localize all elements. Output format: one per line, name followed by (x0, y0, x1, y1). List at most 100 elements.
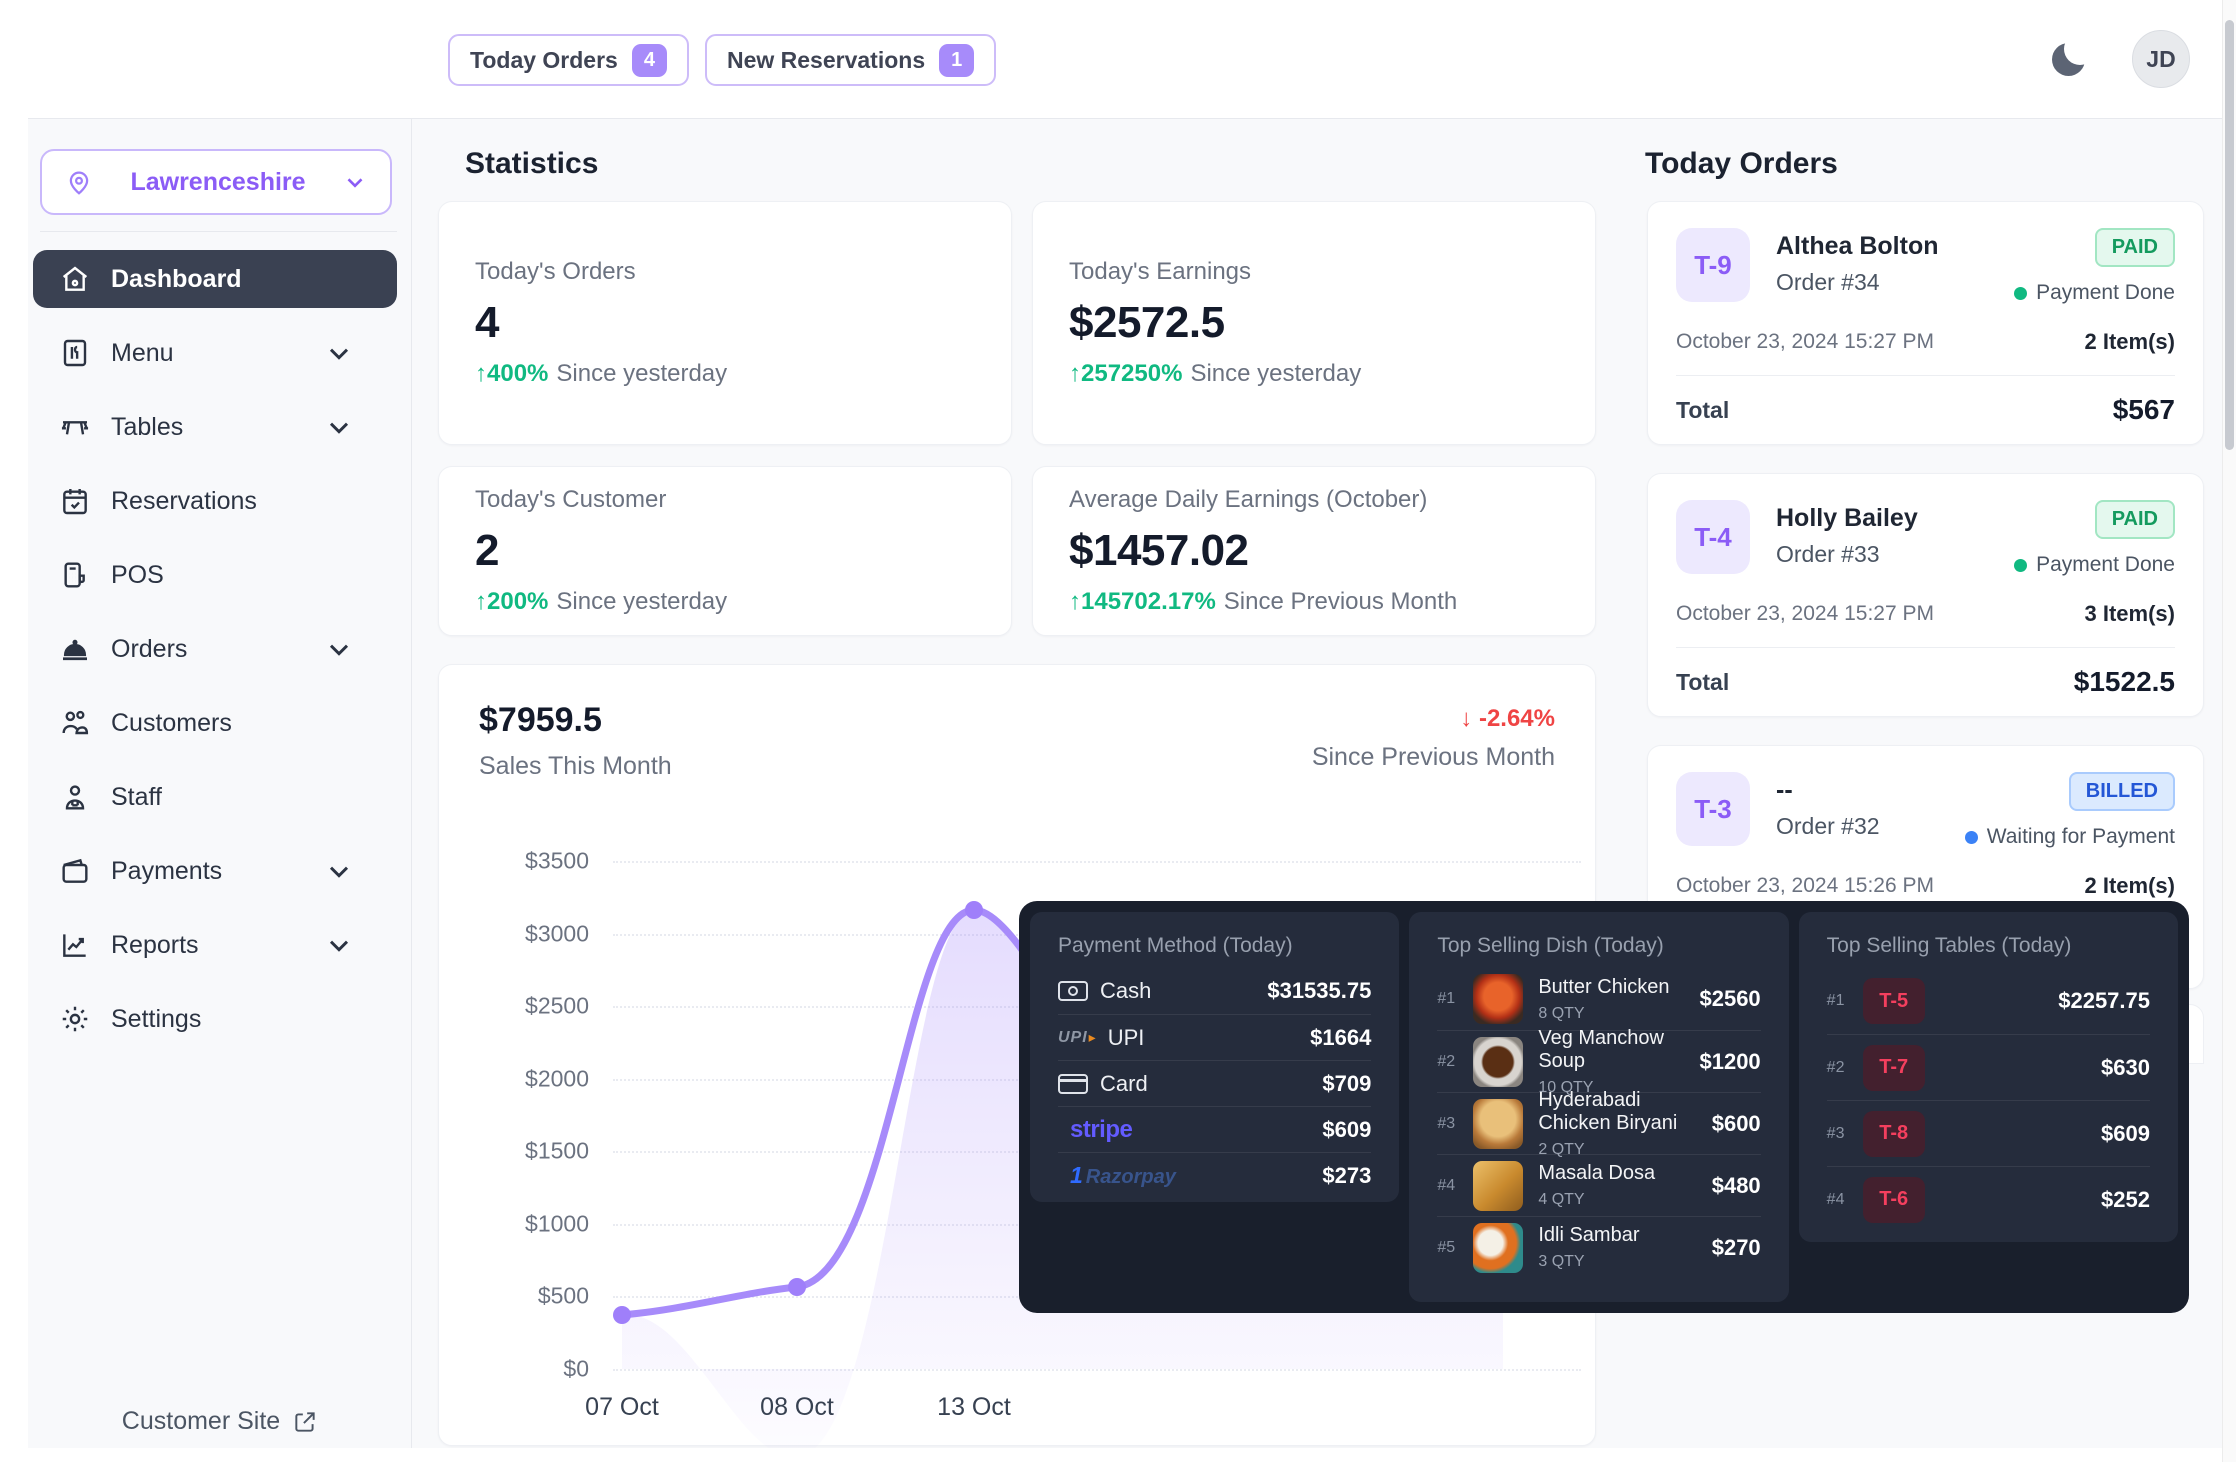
today-orders-button[interactable]: Today Orders 4 (448, 34, 689, 86)
table-row: #4 T-6 $252 (1827, 1166, 2150, 1232)
stat-card-title: Today's Earnings (1069, 258, 1559, 286)
status-dot-icon (2014, 287, 2027, 300)
sidebar-item-reports[interactable]: Reports (33, 916, 397, 974)
scrollbar-thumb[interactable] (2225, 20, 2234, 450)
location-selector[interactable]: Lawrenceshire (40, 149, 392, 215)
payment-method-rows: Cash $31535.75 UPI $1664 Card $709 (1058, 968, 1371, 1198)
x-axis-tick: 07 Oct (585, 1393, 659, 1422)
sidebar-item-label: Reservations (111, 487, 375, 516)
status-badge: BILLED (2069, 772, 2175, 811)
sidebar-item-label: Menu (111, 339, 323, 368)
payment-method-label: UPI (1108, 1025, 1145, 1051)
sales-change-note: Since Previous Month (1312, 743, 1555, 772)
payment-method-value: $273 (1322, 1163, 1371, 1189)
dish-value: $270 (1712, 1235, 1761, 1261)
avatar[interactable]: JD (2132, 30, 2190, 88)
customer-site-label: Customer Site (122, 1407, 280, 1436)
order-card-divider (1676, 647, 2175, 648)
gear-icon (59, 1003, 91, 1035)
top-selling-dish-title: Top Selling Dish (Today) (1437, 934, 1760, 958)
dish-qty: 8 QTY (1538, 1005, 1669, 1023)
sidebar-item-customers[interactable]: Customers (33, 694, 397, 752)
data-point-07-oct (613, 1306, 631, 1324)
payment-method-value: $709 (1322, 1071, 1371, 1097)
top-selling-dish-panel: Top Selling Dish (Today) #1 Butter Chick… (1409, 912, 1788, 1302)
dish-qty: 3 QTY (1538, 1253, 1639, 1271)
sales-total: $7959.5 (479, 701, 672, 740)
sidebar-item-dashboard[interactable]: Dashboard (33, 250, 397, 308)
new-reservations-button[interactable]: New Reservations 1 (705, 34, 996, 86)
payment-method-row: Cash $31535.75 (1058, 968, 1371, 1014)
dish-name: Butter Chicken (1538, 976, 1669, 999)
table-rank: #4 (1827, 1191, 1863, 1209)
stat-card-title: Today's Orders (475, 258, 975, 286)
order-card[interactable]: T-9 Althea Bolton Order #34 PAID Payment… (1647, 201, 2204, 445)
order-datetime: October 23, 2024 15:26 PM (1676, 874, 1934, 898)
dish-name: Idli Sambar (1538, 1224, 1639, 1247)
dish-rank: #5 (1437, 1239, 1473, 1257)
delta-up-value: ↑145702.17% (1069, 588, 1216, 615)
sidebar-item-menu[interactable]: Menu (33, 324, 397, 382)
payment-method-label: Card (1100, 1071, 1148, 1097)
payment-method-row: stripe $609 (1058, 1106, 1371, 1152)
data-point-08-oct (788, 1278, 806, 1296)
sidebar-item-staff[interactable]: Staff (33, 768, 397, 826)
stat-card-value: 2 (475, 526, 975, 576)
dish-photo (1473, 1223, 1523, 1273)
report-chart-icon (59, 929, 91, 961)
delta-note: Since yesterday (1190, 360, 1361, 387)
sales-change: ↓ -2.64% (1312, 705, 1555, 733)
payment-status-note: Payment Done (2014, 281, 2175, 305)
order-card[interactable]: T-4 Holly Bailey Order #33 PAID Payment … (1647, 473, 2204, 717)
order-datetime: October 23, 2024 15:27 PM (1676, 330, 1934, 354)
payment-method-logo: Razorpay (1070, 1162, 1176, 1189)
sidebar-item-settings[interactable]: Settings (33, 990, 397, 1048)
dish-row: #5 Idli Sambar 3 QTY $270 (1437, 1216, 1760, 1278)
sidebar-item-label: Orders (111, 635, 323, 664)
stat-card-delta: ↑257250%Since yesterday (1069, 360, 1559, 388)
location-pin-icon (64, 167, 94, 197)
payment-status-note: Payment Done (2014, 553, 2175, 577)
scrollbar[interactable] (2222, 0, 2236, 1462)
sales-subtitle: Sales This Month (479, 752, 672, 781)
order-item-count: 2 Item(s) (2085, 873, 2175, 899)
customers-icon (59, 707, 91, 739)
chevron-down-icon (323, 411, 355, 443)
table-row: #1 T-5 $2257.75 (1827, 968, 2150, 1034)
status-badge: PAID (2095, 500, 2175, 539)
payment-status-text: Payment Done (2036, 281, 2175, 305)
payment-method-logo: stripe (1070, 1116, 1132, 1144)
sidebar-item-pos[interactable]: POS (33, 546, 397, 604)
stat-card-value: 4 (475, 298, 975, 348)
total-label: Total (1676, 669, 1729, 696)
sidebar-item-orders[interactable]: Orders (33, 620, 397, 678)
table-value: $630 (2101, 1055, 2150, 1081)
customer-site-link[interactable]: Customer Site (28, 1407, 412, 1436)
external-link-icon (292, 1409, 318, 1435)
cloche-icon (59, 633, 91, 665)
dark-mode-toggle-moon-icon[interactable] (2050, 39, 2090, 79)
dish-row: #1 Butter Chicken 8 QTY $2560 (1437, 968, 1760, 1030)
payment-method-value: $31535.75 (1267, 978, 1371, 1004)
top-selling-tables-panel: Top Selling Tables (Today) #1 T-5 $2257.… (1799, 912, 2178, 1242)
home-icon (59, 263, 91, 295)
stat-card: Today's Earnings $2572.5 ↑257250%Since y… (1032, 201, 1596, 445)
order-datetime: October 23, 2024 15:27 PM (1676, 602, 1934, 626)
sidebar-item-label: Staff (111, 783, 375, 812)
payment-method-icon (1058, 981, 1088, 1001)
dish-value: $2560 (1699, 986, 1760, 1012)
chevron-down-icon (323, 337, 355, 369)
sidebar-item-label: POS (111, 561, 375, 590)
sidebar-item-reservations[interactable]: Reservations (33, 472, 397, 530)
calendar-check-icon (59, 485, 91, 517)
page-bottom-margin (0, 1448, 2236, 1462)
sidebar-item-payments[interactable]: Payments (33, 842, 397, 900)
customer-name: -- (1776, 776, 1880, 805)
today-orders-count-badge: 4 (632, 44, 667, 77)
sidebar-item-tables[interactable]: Tables (33, 398, 397, 456)
table-value: $2257.75 (2058, 988, 2150, 1014)
stat-card-value: $2572.5 (1069, 298, 1559, 348)
stat-card-title: Average Daily Earnings (October) (1069, 486, 1559, 514)
today-insights-popup: Payment Method (Today) Cash $31535.75 UP… (1019, 901, 2189, 1313)
data-point-13-oct (965, 901, 983, 919)
